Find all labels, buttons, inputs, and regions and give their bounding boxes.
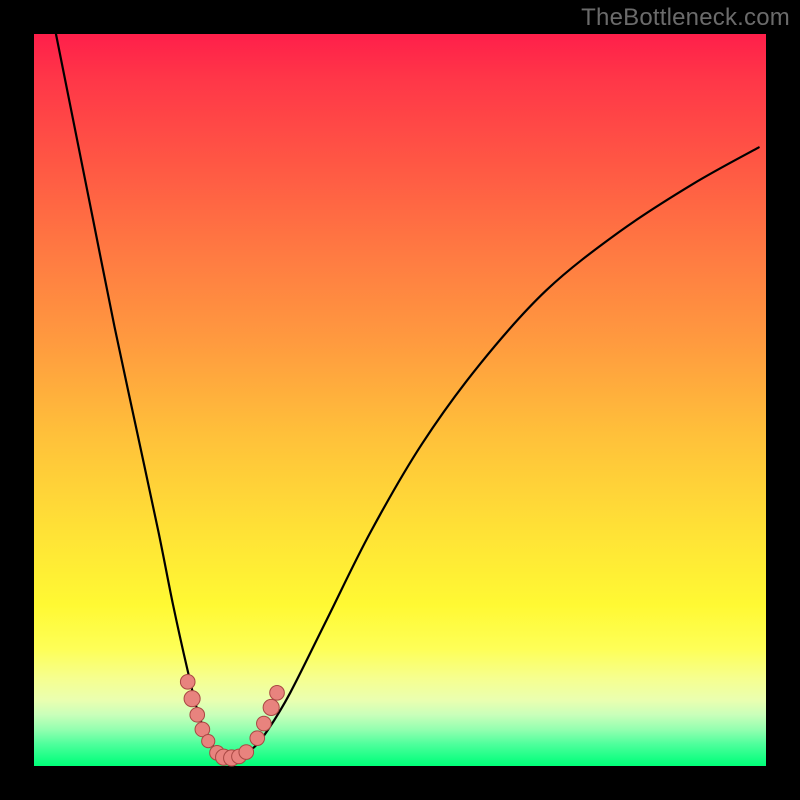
marker-right-cluster-1	[250, 731, 265, 746]
marker-left-cluster-upper-1	[180, 675, 195, 690]
plot-area	[34, 34, 766, 766]
watermark-text: TheBottleneck.com	[581, 4, 790, 32]
curve-right-branch	[224, 147, 758, 757]
marker-left-cluster-upper-3	[190, 707, 205, 722]
marker-bottom-5	[239, 745, 254, 760]
marker-right-cluster-2	[257, 716, 272, 731]
curve-left-branch	[56, 34, 224, 757]
frame: TheBottleneck.com	[0, 0, 800, 800]
marker-right-cluster-4	[270, 685, 285, 700]
chart-svg	[34, 34, 766, 766]
marker-left-cluster-lower-2	[202, 735, 215, 748]
marker-right-cluster-3	[263, 699, 279, 715]
marker-left-cluster-upper-2	[184, 691, 200, 707]
marker-group	[180, 675, 284, 767]
